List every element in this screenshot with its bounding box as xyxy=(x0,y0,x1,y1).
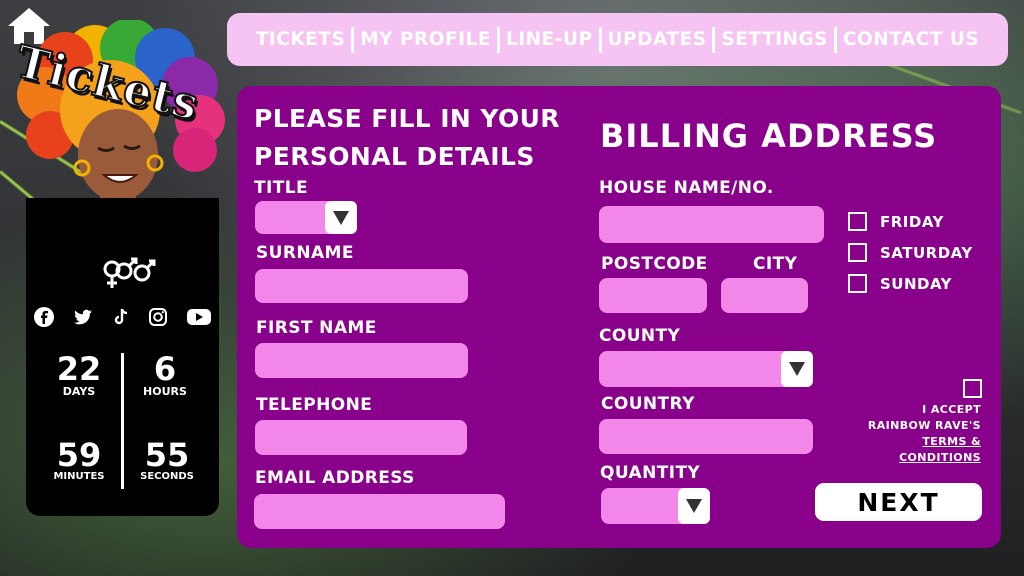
chevron-down-icon xyxy=(781,351,813,387)
postcode-label: POSTCODE xyxy=(601,254,708,274)
house-label: HOUSE NAME/NO. xyxy=(599,178,774,198)
gender-symbols-icon xyxy=(103,257,156,288)
nav-updates[interactable]: UPDATES xyxy=(602,29,713,50)
quantity-select[interactable] xyxy=(601,488,710,524)
countdown-hours-label: HOURS xyxy=(143,385,187,398)
country-label: COUNTRY xyxy=(601,394,695,414)
sunday-checkbox[interactable] xyxy=(848,274,867,293)
conditions-link[interactable]: CONDITIONS xyxy=(899,451,981,464)
facebook-icon[interactable] xyxy=(33,306,55,328)
country-input[interactable] xyxy=(599,419,813,454)
countdown-seconds-value: 55 xyxy=(144,436,190,474)
twitter-icon[interactable] xyxy=(72,306,94,328)
quantity-label: QUANTITY xyxy=(600,463,701,483)
title-label: TITLE xyxy=(254,178,308,198)
countdown-days-value: 22 xyxy=(56,350,102,388)
countdown-hours-value: 6 xyxy=(153,350,177,388)
countdown-divider xyxy=(121,353,124,489)
nav-line-up[interactable]: LINE-UP xyxy=(500,29,599,50)
tiktok-icon[interactable] xyxy=(110,306,132,328)
nav-tickets[interactable]: TICKETS xyxy=(250,29,352,50)
telephone-input[interactable] xyxy=(255,420,467,455)
friday-checkbox[interactable] xyxy=(848,212,867,231)
friday-label: FRIDAY xyxy=(880,213,944,231)
city-label: CITY xyxy=(753,254,798,274)
countdown-minutes-label: MINUTES xyxy=(53,471,105,482)
email-input[interactable] xyxy=(254,494,505,529)
title-select[interactable] xyxy=(255,201,357,234)
countdown-minutes-value: 59 xyxy=(56,436,102,474)
saturday-label: SATURDAY xyxy=(880,244,973,262)
chevron-down-icon xyxy=(325,201,357,234)
countdown-seconds-label: SECONDS xyxy=(140,471,194,482)
terms-text: I ACCEPT RAINBOW RAVE'S TERMS & CONDITIO… xyxy=(846,402,981,466)
first-name-input[interactable] xyxy=(255,343,468,378)
sunday-label: SUNDAY xyxy=(880,275,953,293)
chevron-down-icon xyxy=(678,488,710,524)
telephone-label: TELEPHONE xyxy=(256,395,373,415)
city-input[interactable] xyxy=(721,278,808,313)
nav-settings[interactable]: SETTINGS xyxy=(715,29,834,50)
terms-checkbox[interactable] xyxy=(963,379,982,398)
surname-label: SURNAME xyxy=(256,243,354,263)
first-name-label: FIRST NAME xyxy=(256,318,377,338)
instagram-icon[interactable] xyxy=(147,306,169,328)
county-select[interactable] xyxy=(599,351,813,387)
nav-contact-us[interactable]: CONTACT US xyxy=(837,29,985,50)
nav-my-profile[interactable]: MY PROFILE xyxy=(354,29,497,50)
next-button[interactable]: NEXT xyxy=(815,483,982,521)
billing-address-heading: BILLING ADDRESS xyxy=(600,117,938,155)
county-label: COUNTY xyxy=(599,326,681,346)
terms-link[interactable]: TERMS & xyxy=(922,435,981,448)
youtube-icon[interactable] xyxy=(186,306,212,328)
terms-line-2: RAINBOW RAVE'S xyxy=(867,419,981,432)
email-label: EMAIL ADDRESS xyxy=(255,468,415,488)
terms-line-1: I ACCEPT xyxy=(922,403,981,416)
top-navbar: TICKETS MY PROFILE LINE-UP UPDATES SETTI… xyxy=(227,13,1008,66)
countdown-days-label: DAYS xyxy=(62,385,96,398)
surname-input[interactable] xyxy=(255,269,468,303)
house-input[interactable] xyxy=(599,206,824,243)
personal-details-heading: PLEASE FILL IN YOUR PERSONAL DETAILS xyxy=(254,104,560,171)
saturday-checkbox[interactable] xyxy=(848,243,867,262)
postcode-input[interactable] xyxy=(599,278,707,313)
